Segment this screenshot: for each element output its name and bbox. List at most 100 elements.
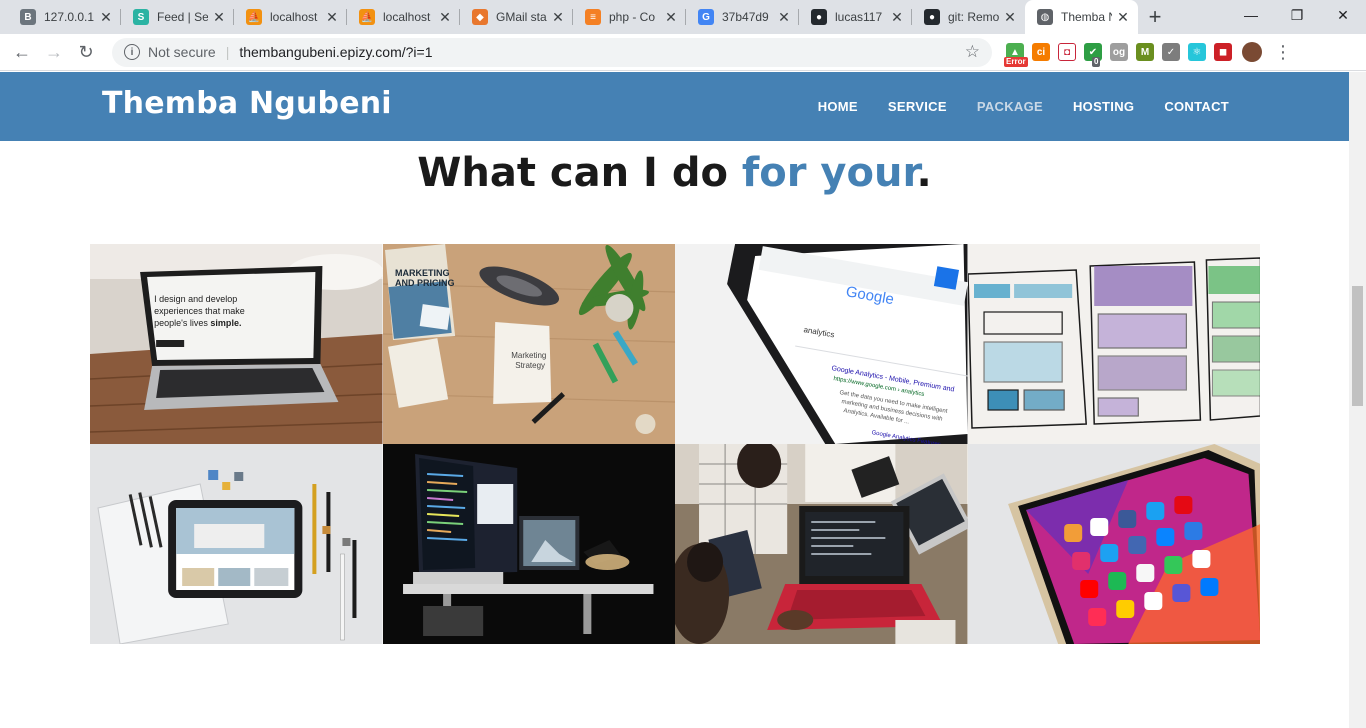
extension-glyph: ✓ bbox=[1166, 46, 1176, 58]
url-text[interactable]: thembangubeni.epizy.com/?i=1 bbox=[239, 44, 432, 60]
address-bar[interactable]: i Not secure | thembangubeni.epizy.com/?… bbox=[112, 37, 992, 67]
extensions-area: ▲ Error ci ◘ ✔ 0 og M ✓ ⚛ ◼ bbox=[1004, 43, 1232, 67]
nav-link-home[interactable]: HOME bbox=[818, 99, 858, 114]
tab-close-icon[interactable]: ✕ bbox=[99, 10, 113, 24]
omnibox-separator: | bbox=[225, 44, 230, 60]
tab-title: localhost bbox=[270, 10, 318, 24]
browser-tab[interactable]: ≡ php - Co ✕ bbox=[573, 0, 686, 34]
nav-link-package[interactable]: PACKAGE bbox=[977, 99, 1043, 114]
back-button[interactable]: ← bbox=[6, 36, 38, 68]
page-scrollbar[interactable] bbox=[1349, 72, 1366, 728]
gallery-image-marketing-flatlay[interactable]: MARKETING AND PRICING Marketing Strategy bbox=[382, 244, 675, 444]
browser-tab[interactable]: ● lucas117 ✕ bbox=[799, 0, 912, 34]
browser-tab[interactable]: ● git: Remo ✕ bbox=[912, 0, 1025, 34]
extension-badge: 0 bbox=[1092, 57, 1101, 67]
lastpass-extension-icon[interactable]: ◼ bbox=[1214, 43, 1232, 61]
tab-title: 127.0.0.1 bbox=[44, 10, 95, 24]
tab-close-icon[interactable]: ✕ bbox=[664, 10, 678, 24]
og-extension-icon[interactable]: og bbox=[1110, 43, 1128, 61]
gallery-image-team-laptops[interactable] bbox=[675, 444, 968, 644]
tab-close-icon[interactable]: ✕ bbox=[438, 10, 452, 24]
browser-tab[interactable]: ◆ GMail sta ✕ bbox=[460, 0, 573, 34]
tab-strip: B 127.0.0.1 ✕ S Feed | Se ✕ ⛵ localhost ✕ ⛵ localh… bbox=[0, 0, 1366, 34]
nav-link-hosting[interactable]: HOSTING bbox=[1073, 99, 1134, 114]
gallery-image-wireframe-sketch[interactable] bbox=[967, 244, 1260, 444]
tab-close-icon[interactable]: ✕ bbox=[890, 10, 904, 24]
tab-close-icon[interactable]: ✕ bbox=[1003, 10, 1017, 24]
ci-extension-icon[interactable]: ci bbox=[1032, 43, 1050, 61]
heading-suffix: . bbox=[916, 150, 932, 196]
pocket-extension-icon[interactable]: ◘ bbox=[1058, 43, 1076, 61]
site-brand[interactable]: Themba Ngubeni bbox=[102, 86, 392, 121]
browser-tab[interactable]: G 37b47d9 ✕ bbox=[686, 0, 799, 34]
extension-glyph: ⚛ bbox=[1192, 46, 1202, 58]
laptop-text-1: I design and develop bbox=[154, 294, 237, 304]
browser-tab[interactable]: ◍ Themba N ✕ bbox=[1025, 0, 1138, 34]
extension-glyph: ci bbox=[1036, 46, 1046, 58]
section-heading: What can I do for your. bbox=[0, 150, 1349, 196]
error-extension-icon[interactable]: ▲ Error bbox=[1004, 43, 1028, 67]
nav-link-service[interactable]: SERVICE bbox=[888, 99, 947, 114]
extension-glyph: ◘ bbox=[1063, 46, 1071, 58]
window-controls: — ❐ ✕ bbox=[1228, 0, 1366, 30]
browser-tab[interactable]: ⛵ localhost ✕ bbox=[347, 0, 460, 34]
minimize-button[interactable]: — bbox=[1228, 0, 1274, 30]
paper-text-2: Strategy bbox=[515, 361, 545, 370]
scrollbar-thumb[interactable] bbox=[1352, 286, 1363, 406]
extension-badge: Error bbox=[1004, 57, 1028, 67]
services-gallery: I design and develop experiences that ma… bbox=[90, 244, 1260, 644]
s-logo-icon: S bbox=[133, 9, 149, 25]
tab-title: php - Co bbox=[609, 10, 656, 24]
tab-title: Themba N bbox=[1061, 10, 1112, 24]
info-icon[interactable]: i bbox=[124, 44, 140, 60]
profile-avatar[interactable] bbox=[1242, 42, 1262, 62]
tab-title: git: Remo bbox=[948, 10, 999, 24]
shield-icon: ◆ bbox=[472, 9, 488, 25]
browser-tab[interactable]: B 127.0.0.1 ✕ bbox=[8, 0, 121, 34]
m-extension-icon[interactable]: M bbox=[1136, 43, 1154, 61]
restore-button[interactable]: ❐ bbox=[1274, 0, 1320, 30]
browser-tab[interactable]: ⛵ localhost ✕ bbox=[234, 0, 347, 34]
tab-title: Feed | Se bbox=[157, 10, 208, 24]
tab-close-icon[interactable]: ✕ bbox=[325, 10, 339, 24]
tab-close-icon[interactable]: ✕ bbox=[777, 10, 791, 24]
tab-close-icon[interactable]: ✕ bbox=[1116, 10, 1130, 24]
ublock-extension-icon[interactable]: ✔ 0 bbox=[1084, 43, 1102, 67]
forward-button[interactable]: → bbox=[38, 36, 70, 68]
laptop-text-2: experiences that make bbox=[154, 306, 245, 316]
gallery-image-dark-workstation[interactable] bbox=[382, 444, 675, 644]
browser-tab[interactable]: S Feed | Se ✕ bbox=[121, 0, 234, 34]
extension-glyph: ◼ bbox=[1218, 46, 1228, 58]
react-extension-icon[interactable]: ⚛ bbox=[1188, 43, 1206, 61]
new-tab-button[interactable]: + bbox=[1138, 0, 1172, 34]
check-extension-icon[interactable]: ✓ bbox=[1162, 43, 1180, 61]
heading-prefix: What can I do bbox=[417, 150, 742, 196]
nav-link-contact[interactable]: CONTACT bbox=[1164, 99, 1229, 114]
bookmark-star-icon[interactable]: ☆ bbox=[965, 42, 980, 62]
heading-accent: for your bbox=[741, 150, 917, 196]
extension-glyph: ▲ bbox=[1010, 46, 1020, 58]
gallery-image-phone-search[interactable]: Google analytics Google Analytics - Mobi… bbox=[675, 244, 968, 444]
security-label: Not secure bbox=[148, 44, 216, 60]
extension-glyph: ✔ bbox=[1088, 46, 1098, 58]
laptop-text-3a: people's lives bbox=[154, 318, 208, 328]
reload-button[interactable]: ↻ bbox=[70, 36, 102, 68]
google-icon: G bbox=[698, 9, 714, 25]
browser-menu-icon[interactable]: ⋮ bbox=[1274, 42, 1292, 63]
laptop-text-bold: simple. bbox=[210, 318, 241, 328]
phpmyadmin-icon: ⛵ bbox=[359, 9, 375, 25]
site-navbar: Themba Ngubeni HOME SERVICE PACKAGE HOSTING… bbox=[0, 72, 1349, 141]
page-viewport: Themba Ngubeni HOME SERVICE PACKAGE HOSTING… bbox=[0, 72, 1349, 728]
gallery-image-iphone[interactable] bbox=[967, 444, 1260, 644]
close-window-button[interactable]: ✕ bbox=[1320, 0, 1366, 30]
book-title-2: AND PRICING bbox=[395, 278, 455, 288]
gallery-image-tablet-desk[interactable] bbox=[90, 444, 383, 644]
tab-close-icon[interactable]: ✕ bbox=[212, 10, 226, 24]
gallery-image-laptop-desk[interactable]: I design and develop experiences that ma… bbox=[90, 244, 383, 444]
globe-icon: ◍ bbox=[1037, 9, 1053, 25]
tab-title: GMail sta bbox=[496, 10, 547, 24]
tab-close-icon[interactable]: ✕ bbox=[551, 10, 565, 24]
tab-title: localhost bbox=[383, 10, 431, 24]
tab-title: lucas117 bbox=[835, 10, 883, 24]
book-title-1: MARKETING bbox=[395, 268, 450, 278]
